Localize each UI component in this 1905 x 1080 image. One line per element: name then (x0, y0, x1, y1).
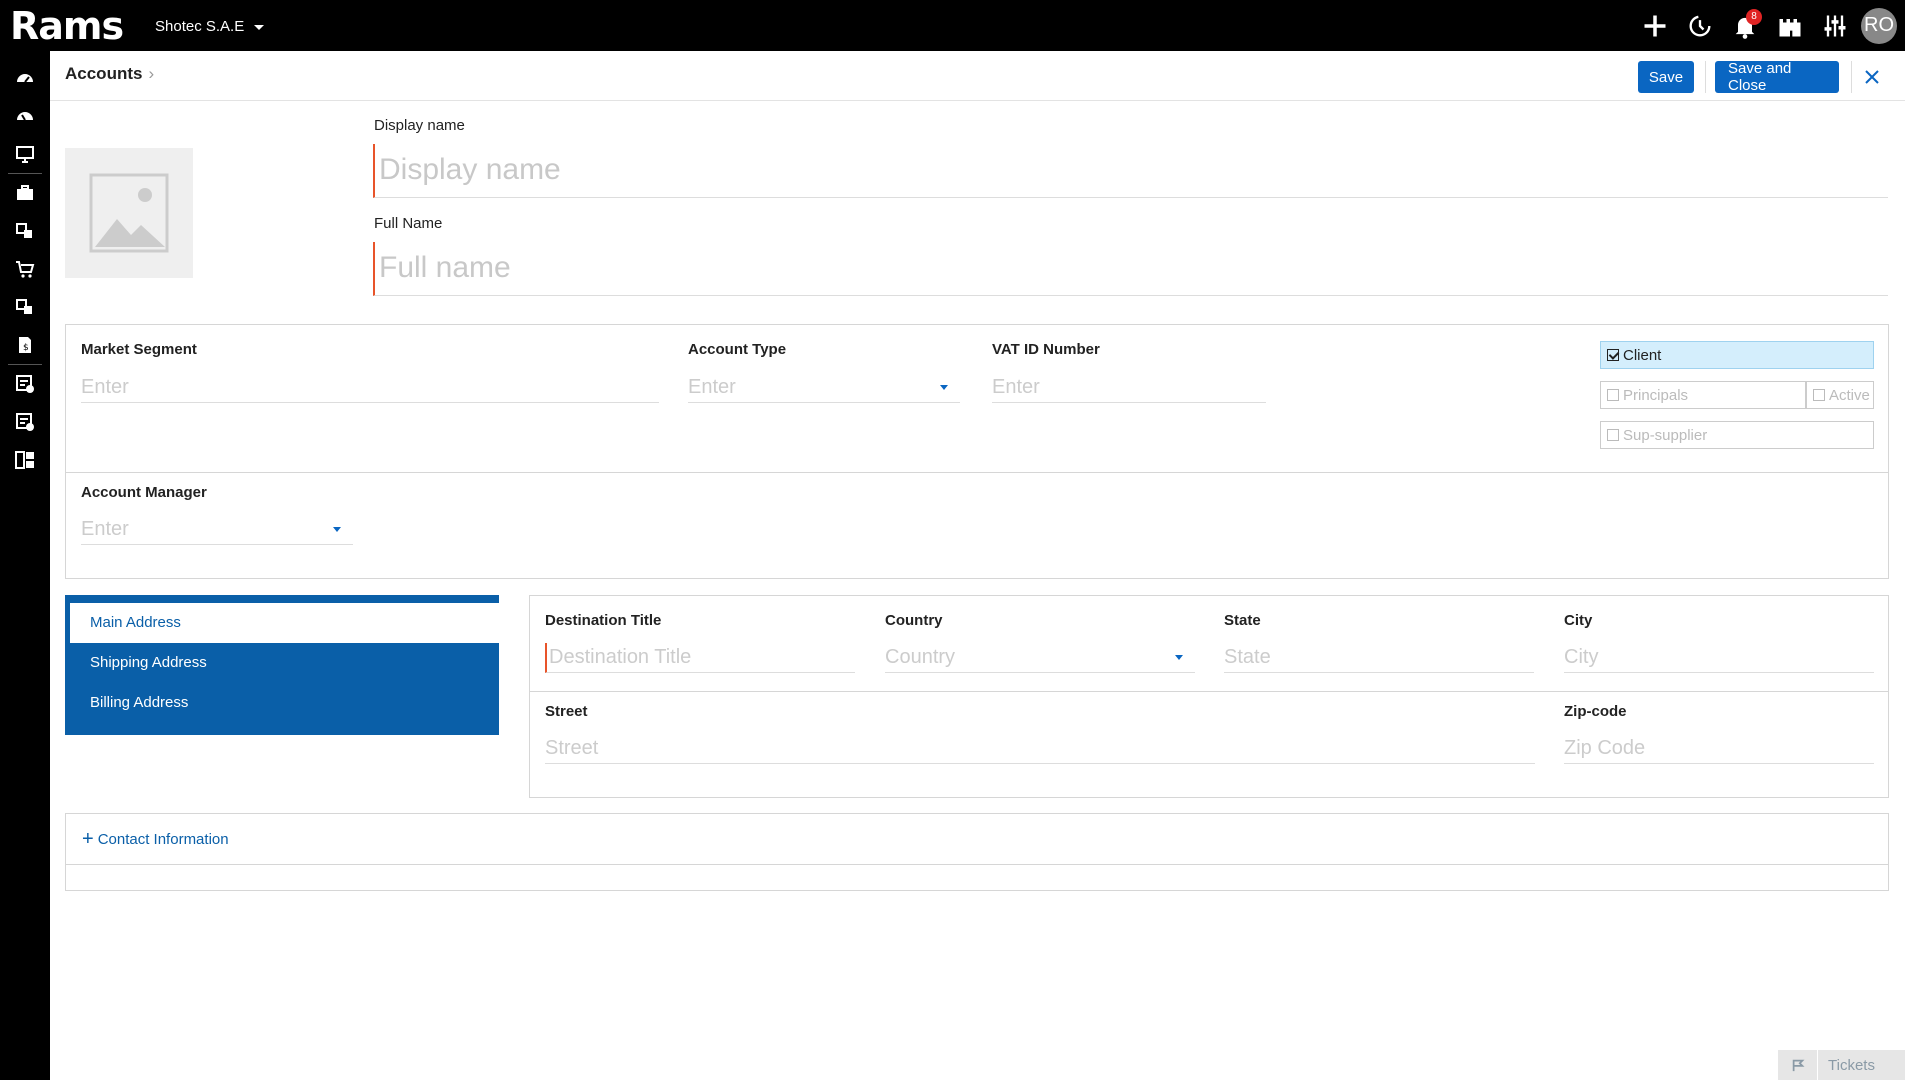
chevron-down-icon (254, 24, 265, 30)
plus-icon: + (82, 828, 94, 850)
country-select[interactable]: Country (885, 643, 1195, 673)
history-icon[interactable] (1677, 0, 1722, 51)
tab-billing-address[interactable]: Billing Address (65, 683, 499, 723)
company-selector[interactable]: Shotec S.A.E (155, 18, 265, 35)
plus-icon[interactable] (1632, 0, 1677, 51)
chevron-right-icon: › (148, 64, 155, 83)
sup-supplier-label: Sup-supplier (1623, 426, 1708, 444)
account-manager-value: Enter (81, 518, 129, 540)
principals-checkbox[interactable]: Principals (1600, 381, 1806, 409)
active-label: Active (1829, 386, 1870, 404)
market-segment-input[interactable]: Enter (81, 373, 659, 403)
account-type-value: Enter (688, 376, 736, 398)
country-label: Country (885, 612, 943, 629)
account-image-placeholder[interactable] (65, 148, 193, 278)
briefcase-icon[interactable] (0, 174, 50, 212)
close-icon[interactable] (1858, 63, 1886, 91)
dashboard-alt-icon[interactable] (0, 97, 50, 135)
modules-alt-icon[interactable] (0, 288, 50, 326)
address-form: Destination Title Destination Title Coun… (529, 595, 1889, 798)
tab-shipping-address[interactable]: Shipping Address (65, 643, 499, 683)
account-manager-label: Account Manager (81, 484, 207, 501)
company-name: Shotec S.A.E (155, 18, 245, 35)
city-label: City (1564, 612, 1593, 629)
account-manager-section: Account Manager Enter (65, 472, 1889, 579)
state-label: State (1224, 612, 1261, 629)
top-icons: 8 RO (1632, 0, 1905, 51)
add-contact-information-button[interactable]: + Contact Information (66, 814, 1888, 865)
divider (530, 691, 1888, 692)
full-name-input[interactable]: Full name (373, 242, 1888, 296)
caret-down-icon (1175, 655, 1183, 660)
street-input[interactable]: Street (545, 734, 1535, 764)
city-input[interactable]: City (1564, 643, 1874, 673)
zip-code-label: Zip-code (1564, 703, 1627, 720)
account-type-select[interactable]: Enter (688, 373, 960, 403)
save-button[interactable]: Save (1638, 61, 1694, 93)
notification-badge: 8 (1746, 9, 1762, 25)
full-name-label: Full Name (374, 215, 443, 232)
client-checkbox[interactable]: Client (1600, 341, 1874, 369)
grid-icon[interactable] (0, 441, 50, 479)
image-icon (89, 173, 169, 253)
destination-title-label: Destination Title (545, 612, 662, 629)
vat-id-label: VAT ID Number (992, 341, 1100, 358)
castle-icon[interactable] (1767, 0, 1812, 51)
zip-code-input[interactable]: Zip Code (1564, 734, 1874, 764)
sup-supplier-checkbox[interactable]: Sup-supplier (1600, 421, 1874, 449)
checkbox-icon (1813, 389, 1825, 401)
vat-id-input[interactable]: Enter (992, 373, 1266, 403)
modules-icon[interactable] (0, 212, 50, 250)
contact-information-section: + Contact Information (65, 813, 1889, 891)
dashboard-icon[interactable] (0, 59, 50, 97)
checkbox-icon (1607, 429, 1619, 441)
monitor-icon[interactable] (0, 135, 50, 173)
invoice-icon[interactable]: $ (0, 326, 50, 364)
account-manager-select[interactable]: Enter (81, 515, 353, 545)
breadcrumb[interactable]: Accounts › (65, 64, 154, 84)
sidebar: $ (0, 51, 50, 1080)
contact-information-label: Contact Information (97, 830, 229, 848)
avatar[interactable]: RO (1861, 7, 1897, 44)
header-divider (1851, 61, 1852, 93)
tickets-label: Tickets (1828, 1056, 1875, 1074)
caret-down-icon (940, 385, 948, 390)
display-name-input[interactable]: Display name (373, 144, 1888, 198)
client-label: Client (1623, 346, 1662, 364)
principals-label: Principals (1623, 386, 1689, 404)
market-segment-label: Market Segment (81, 341, 197, 358)
country-value: Country (885, 646, 956, 668)
settings-doc-icon[interactable] (0, 403, 50, 441)
save-and-close-button[interactable]: Save and Close (1715, 60, 1839, 94)
breadcrumb-accounts[interactable]: Accounts (65, 64, 142, 83)
tickets-button[interactable]: Tickets (1778, 1050, 1905, 1080)
top-bar: Rams Shotec S.A.E 8 RO (0, 0, 1905, 51)
state-input[interactable]: State (1224, 643, 1534, 673)
flag-icon (1778, 1050, 1818, 1080)
cart-icon[interactable] (0, 250, 50, 288)
address-tabs: Main Address Shipping Address Billing Ad… (65, 595, 499, 735)
display-name-label: Display name (374, 117, 465, 134)
tab-main-address[interactable]: Main Address (70, 603, 499, 643)
app-logo[interactable]: Rams (10, 6, 124, 46)
account-type-label: Account Type (688, 341, 787, 358)
destination-title-input[interactable]: Destination Title (545, 643, 855, 673)
active-checkbox[interactable]: Active (1806, 381, 1874, 409)
bell-icon[interactable]: 8 (1722, 0, 1767, 51)
svg-text:$: $ (23, 343, 29, 353)
checkbox-icon (1607, 389, 1619, 401)
sliders-icon[interactable] (1812, 0, 1857, 51)
checklist-icon[interactable] (0, 365, 50, 403)
account-details-section: Market Segment Enter Account Type Enter … (65, 324, 1889, 473)
page-header: Accounts › Save Save and Close (50, 51, 1905, 101)
header-divider (1705, 61, 1706, 93)
street-label: Street (545, 703, 588, 720)
caret-down-icon (333, 527, 341, 532)
checkbox-checked-icon (1607, 349, 1619, 361)
